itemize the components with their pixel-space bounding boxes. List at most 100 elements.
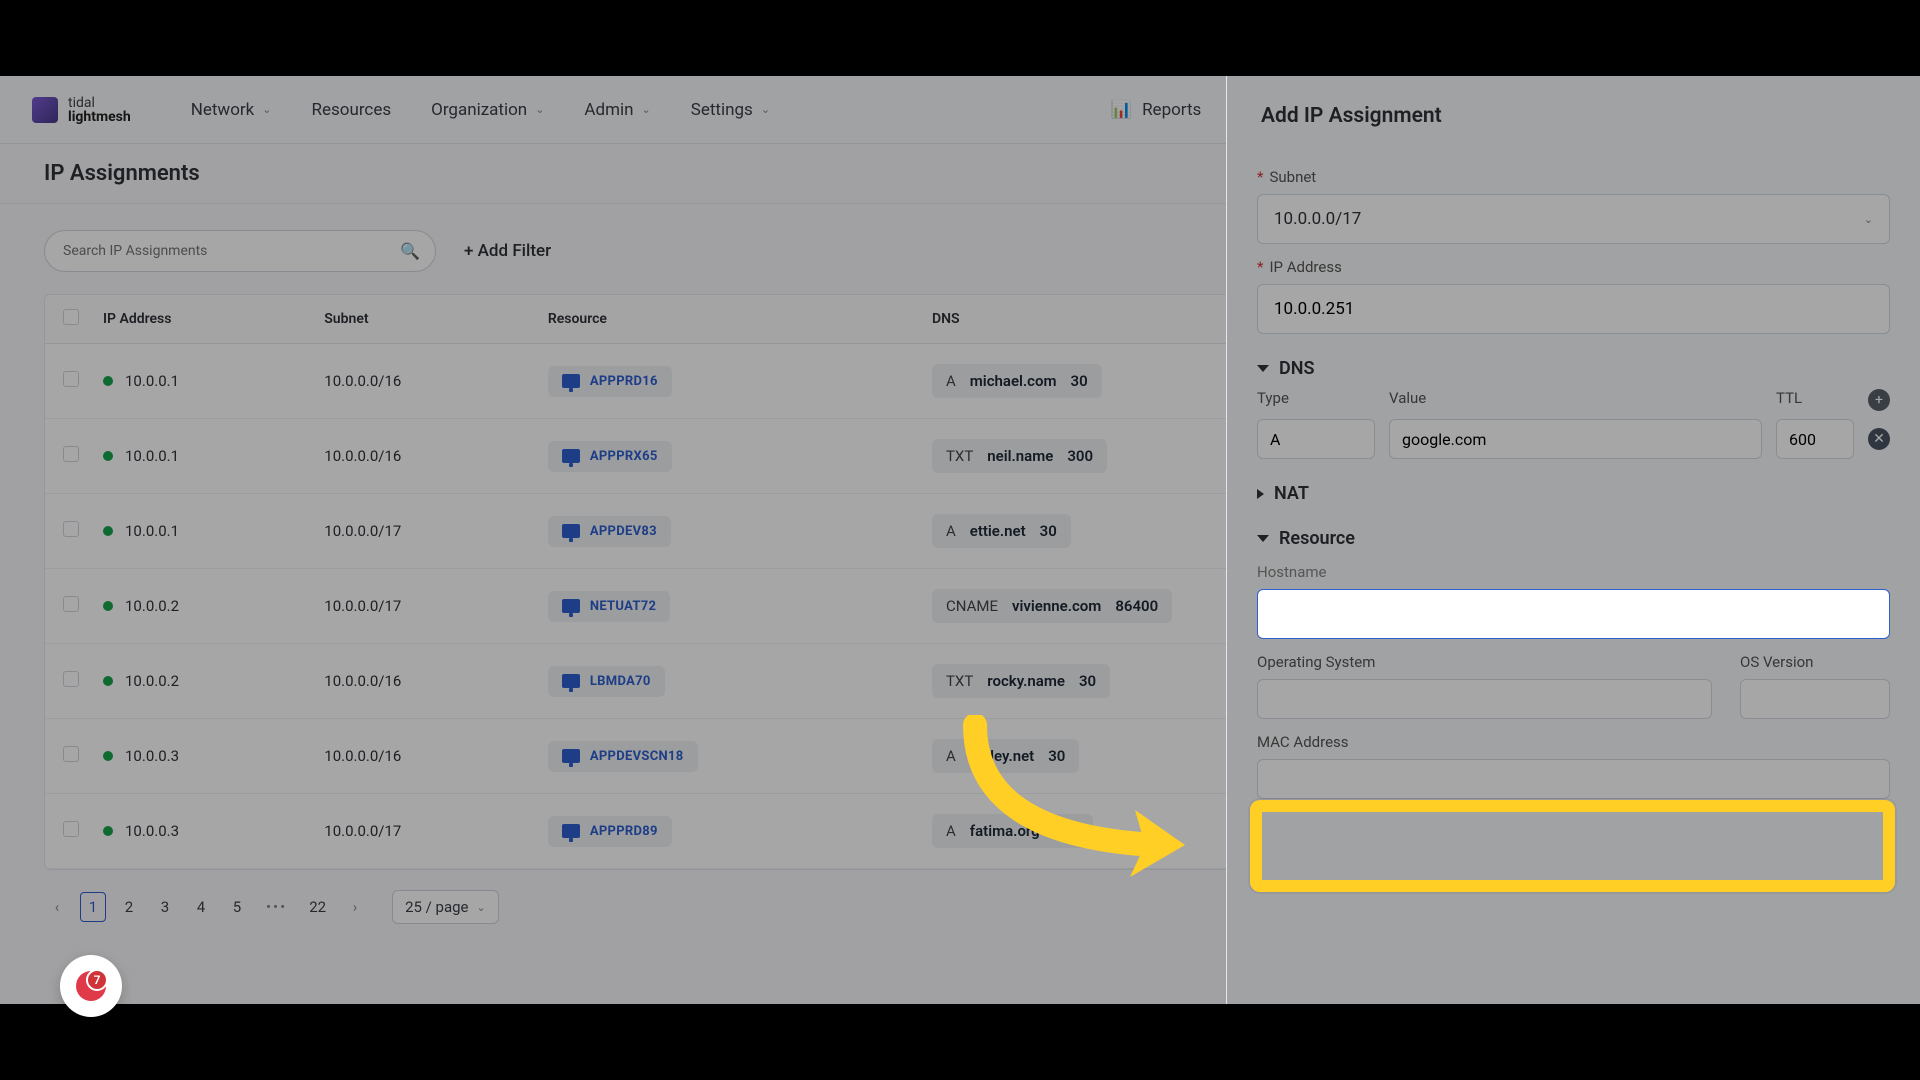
dns-chip[interactable]: Aettie.net30 — [932, 514, 1071, 548]
cell-ip: 10.0.0.1 — [91, 419, 312, 494]
cell-subnet: 10.0.0.0/16 — [312, 419, 536, 494]
resource-chip[interactable]: APPPRX65 — [548, 441, 672, 472]
dns-add-row-button[interactable]: + — [1868, 389, 1890, 411]
resource-chip[interactable]: APPPRD16 — [548, 366, 672, 397]
cell-subnet: 10.0.0.0/17 — [312, 569, 536, 644]
hostname-label: Hostname — [1257, 563, 1890, 581]
caret-down-icon — [1257, 535, 1269, 542]
page-4[interactable]: 4 — [188, 892, 214, 922]
dns-section-toggle[interactable]: DNS — [1257, 358, 1890, 379]
status-dot-icon — [103, 526, 113, 536]
mac-label: MAC Address — [1257, 733, 1890, 751]
dns-value-header: Value — [1389, 389, 1762, 411]
chevron-down-icon: ⌄ — [477, 901, 486, 914]
resource-chip[interactable]: LBMDA70 — [548, 666, 665, 697]
nav-settings[interactable]: Settings⌄ — [691, 100, 770, 120]
resource-section-toggle[interactable]: Resource — [1257, 528, 1890, 549]
hostname-input[interactable] — [1257, 589, 1890, 639]
page-next[interactable]: › — [342, 892, 368, 922]
dns-ttl-input[interactable]: 600 — [1776, 419, 1854, 459]
row-checkbox[interactable] — [63, 446, 79, 462]
resource-chip[interactable]: APPDEVSCN18 — [548, 741, 698, 772]
resource-chip[interactable]: APPDEV83 — [548, 516, 671, 547]
monitor-icon — [562, 524, 580, 538]
page-1[interactable]: 1 — [80, 892, 106, 922]
osver-label: OS Version — [1740, 653, 1890, 671]
caret-right-icon — [1257, 489, 1264, 499]
col-subnet[interactable]: Subnet — [312, 295, 536, 344]
dns-chip[interactable]: Amichael.com30 — [932, 364, 1102, 398]
page-last[interactable]: 22 — [303, 892, 332, 922]
row-checkbox[interactable] — [63, 596, 79, 612]
col-ip[interactable]: IP Address — [91, 295, 312, 344]
status-dot-icon — [103, 826, 113, 836]
ip-label: *IP Address — [1257, 258, 1890, 276]
dns-value-input[interactable]: google.com — [1389, 419, 1762, 459]
resource-chip[interactable]: NETUAT72 — [548, 591, 670, 622]
nat-section-toggle[interactable]: NAT — [1257, 483, 1890, 504]
annotation-arrow — [955, 715, 1245, 895]
monitor-icon — [562, 374, 580, 388]
nav-admin[interactable]: Admin⌄ — [584, 100, 650, 120]
col-resource[interactable]: Resource — [536, 295, 920, 344]
panel-title: Add IP Assignment — [1257, 76, 1890, 154]
nav-reports[interactable]: 📊Reports — [1111, 100, 1201, 120]
monitor-icon — [562, 449, 580, 463]
dns-chip[interactable]: TXTrocky.name30 — [932, 664, 1110, 698]
page-title: IP Assignments — [44, 161, 200, 186]
dns-chip[interactable]: TXTneil.name300 — [932, 439, 1107, 473]
monitor-icon — [562, 749, 580, 763]
row-checkbox[interactable] — [63, 821, 79, 837]
cell-ip: 10.0.0.3 — [91, 794, 312, 869]
status-dot-icon — [103, 451, 113, 461]
cell-subnet: 10.0.0.0/16 — [312, 644, 536, 719]
nav-network[interactable]: Network⌄ — [191, 100, 272, 120]
status-dot-icon — [103, 751, 113, 761]
row-checkbox[interactable] — [63, 371, 79, 387]
os-input[interactable] — [1257, 679, 1712, 719]
resource-chip[interactable]: APPPRD89 — [548, 816, 672, 847]
cell-subnet: 10.0.0.0/16 — [312, 344, 536, 419]
add-filter-button[interactable]: + Add Filter — [464, 241, 551, 261]
search-icon[interactable]: 🔍 — [400, 242, 420, 261]
mac-address-input[interactable] — [1257, 759, 1890, 799]
cell-ip: 10.0.0.2 — [91, 569, 312, 644]
logo-icon — [32, 97, 58, 123]
select-all-checkbox[interactable] — [63, 309, 79, 325]
status-dot-icon — [103, 376, 113, 386]
row-checkbox[interactable] — [63, 521, 79, 537]
cell-subnet: 10.0.0.0/17 — [312, 494, 536, 569]
chat-notification-count: 7 — [86, 969, 108, 991]
page-prev[interactable]: ‹ — [44, 892, 70, 922]
chat-widget[interactable]: 7 — [60, 955, 122, 1017]
cell-ip: 10.0.0.2 — [91, 644, 312, 719]
os-version-input[interactable] — [1740, 679, 1890, 719]
search-input[interactable] — [44, 230, 436, 272]
page-2[interactable]: 2 — [116, 892, 142, 922]
ip-address-input[interactable] — [1257, 284, 1890, 334]
chevron-down-icon: ⌄ — [761, 103, 770, 116]
monitor-icon — [562, 824, 580, 838]
chevron-down-icon: ⌄ — [642, 103, 651, 116]
chevron-down-icon: ⌄ — [262, 103, 271, 116]
dns-type-header: Type — [1257, 389, 1375, 411]
dns-chip[interactable]: CNAMEvivienne.com86400 — [932, 589, 1172, 623]
row-checkbox[interactable] — [63, 746, 79, 762]
dns-type-input[interactable]: A — [1257, 419, 1375, 459]
cell-subnet: 10.0.0.0/16 — [312, 719, 536, 794]
chat-icon: 7 — [76, 971, 106, 1001]
page-size-select[interactable]: 25 / page⌄ — [392, 890, 499, 924]
subnet-select[interactable]: 10.0.0.0/17⌄ — [1257, 194, 1890, 244]
dns-remove-row-button[interactable]: ✕ — [1868, 428, 1890, 450]
cell-ip: 10.0.0.1 — [91, 494, 312, 569]
chevron-down-icon: ⌄ — [535, 103, 544, 116]
nav-resources[interactable]: Resources — [312, 100, 392, 120]
page-ellipsis: ••• — [260, 892, 293, 922]
dns-ttl-header: TTL — [1776, 389, 1854, 411]
page-3[interactable]: 3 — [152, 892, 178, 922]
row-checkbox[interactable] — [63, 671, 79, 687]
page-5[interactable]: 5 — [224, 892, 250, 922]
logo[interactable]: tidallightmesh — [32, 96, 131, 124]
status-dot-icon — [103, 676, 113, 686]
nav-organization[interactable]: Organization⌄ — [431, 100, 544, 120]
